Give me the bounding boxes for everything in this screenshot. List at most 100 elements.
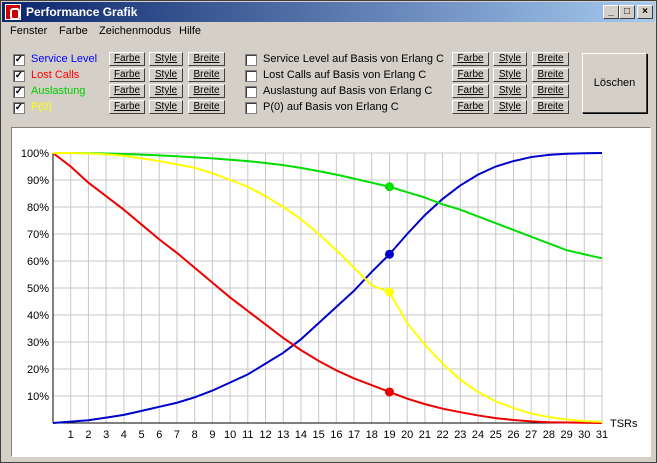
farbe-button-auslastung[interactable]: Farbe	[109, 84, 145, 98]
style-button-p0[interactable]: Style	[149, 100, 183, 114]
x-tick-label: 7	[174, 429, 180, 441]
farbe-button-erlang-service-level[interactable]: Farbe	[452, 52, 489, 66]
app-icon	[5, 4, 21, 20]
menu-fenster[interactable]: Fenster	[10, 25, 47, 37]
breite-button-erlang-auslastung[interactable]: Breite	[532, 84, 569, 98]
performance-chart: 10%20%30%40%50%60%70%80%90%100%1 2 3 4 5 6 7 8 9…	[21, 148, 638, 441]
x-tick-label: 27	[525, 429, 537, 441]
style-button-service-level[interactable]: Style	[149, 52, 183, 66]
x-tick-label: 17	[348, 429, 360, 441]
farbe-button-erlang-lost-calls[interactable]: Farbe	[452, 68, 489, 82]
menu-bar: Fenster Farbe Zeichenmodus Hilfe	[2, 23, 655, 41]
checkbox-erlang-lost-calls[interactable]	[245, 70, 257, 82]
minimize-button[interactable]: _	[603, 5, 619, 19]
series-line	[53, 152, 603, 423]
x-tick-label: 8	[192, 429, 198, 441]
app-window: Performance Grafik _ □ × Fenster Farbe Z…	[0, 0, 657, 463]
x-tick-label: 4	[121, 429, 127, 441]
checkbox-lost-calls[interactable]: ✓	[13, 70, 25, 82]
series-marker	[384, 249, 394, 259]
clear-button[interactable]: Löschen	[582, 53, 647, 113]
chart-panel: 10% 20% 30% 40% 50% 60% 70% 80% 90% 100% 1 2 3 4 5 6 7 8 9…	[11, 127, 651, 457]
label-service-level: Service Level	[31, 53, 98, 65]
x-tick-label: 6	[156, 429, 162, 441]
x-tick-label: 20	[401, 429, 413, 441]
label-erlang-service-level: Service Level auf Basis von Erlang C	[263, 53, 444, 65]
breite-button-service-level[interactable]: Breite	[188, 52, 225, 66]
checkbox-erlang-p0[interactable]	[245, 102, 257, 114]
label-erlang-lost-calls: Lost Calls auf Basis von Erlang C	[263, 69, 427, 81]
x-tick-label: 26	[507, 429, 519, 441]
style-button-erlang-p0[interactable]: Style	[493, 100, 527, 114]
x-tick-label: 2	[85, 429, 91, 441]
menu-farbe[interactable]: Farbe	[59, 25, 88, 37]
x-tick-label: 19	[383, 429, 395, 441]
x-tick-label: 24	[472, 429, 484, 441]
y-tick-label: 90%	[27, 175, 49, 187]
y-tick-label: 60%	[27, 256, 49, 268]
y-tick-label: 50%	[27, 283, 49, 295]
breite-button-erlang-service-level[interactable]: Breite	[532, 52, 569, 66]
x-tick-label: 12	[259, 429, 271, 441]
label-erlang-p0: P(0) auf Basis von Erlang C	[263, 101, 399, 113]
farbe-button-lost-calls[interactable]: Farbe	[109, 68, 145, 82]
breite-button-auslastung[interactable]: Breite	[188, 84, 225, 98]
menu-zeichenmodus[interactable]: Zeichenmodus	[99, 25, 171, 37]
x-tick-label: 31	[596, 429, 608, 441]
label-lost-calls: Lost Calls	[31, 69, 80, 81]
checkbox-service-level[interactable]: ✓	[13, 54, 25, 66]
label-erlang-auslastung: Auslastung auf Basis von Erlang C	[263, 85, 433, 97]
y-tick-label: 70%	[27, 229, 49, 241]
x-tick-label: 15	[313, 429, 325, 441]
window-title: Performance Grafik	[26, 5, 138, 19]
y-tick-label: 40%	[27, 310, 49, 322]
series-marker	[384, 287, 394, 297]
series-marker	[384, 387, 394, 397]
label-auslastung: Auslastung	[31, 85, 86, 97]
breite-button-erlang-lost-calls[interactable]: Breite	[532, 68, 569, 82]
style-button-auslastung[interactable]: Style	[149, 84, 183, 98]
x-axis-label: TSRs	[610, 418, 638, 430]
x-tick-label: 21	[419, 429, 431, 441]
x-tick-label: 29	[560, 429, 572, 441]
x-tick-label: 10	[224, 429, 236, 441]
x-tick-label: 23	[454, 429, 466, 441]
checkbox-erlang-service-level[interactable]	[245, 54, 257, 66]
style-button-erlang-auslastung[interactable]: Style	[493, 84, 527, 98]
y-tick-label: 80%	[27, 202, 49, 214]
maximize-button[interactable]: □	[619, 5, 635, 19]
label-p0: P(0)	[31, 101, 52, 113]
breite-button-lost-calls[interactable]: Breite	[188, 68, 225, 82]
style-button-erlang-lost-calls[interactable]: Style	[493, 68, 527, 82]
style-button-lost-calls[interactable]: Style	[149, 68, 183, 82]
breite-button-erlang-p0[interactable]: Breite	[532, 100, 569, 114]
x-tick-label: 13	[277, 429, 289, 441]
checkbox-erlang-auslastung[interactable]	[245, 86, 257, 98]
y-tick-label: 20%	[27, 364, 49, 376]
x-tick-label: 9	[209, 429, 215, 441]
x-tick-label: 30	[578, 429, 590, 441]
x-tick-label: 1	[68, 429, 74, 441]
y-tick-label: 30%	[27, 337, 49, 349]
x-tick-label: 28	[543, 429, 555, 441]
x-tick-label: 16	[330, 429, 342, 441]
series-marker	[384, 182, 394, 192]
farbe-button-erlang-auslastung[interactable]: Farbe	[452, 84, 489, 98]
title-bar[interactable]: Performance Grafik _ □ ×	[2, 2, 655, 22]
style-button-erlang-service-level[interactable]: Style	[493, 52, 527, 66]
x-tick-label: 3	[103, 429, 109, 441]
farbe-button-p0[interactable]: Farbe	[109, 100, 145, 114]
checkbox-auslastung[interactable]: ✓	[13, 86, 25, 98]
checkbox-p0[interactable]: ✓	[13, 102, 25, 114]
farbe-button-service-level[interactable]: Farbe	[109, 52, 145, 66]
x-tick-label: 14	[295, 429, 307, 441]
breite-button-p0[interactable]: Breite	[188, 100, 225, 114]
x-tick-label: 11	[242, 429, 253, 441]
x-tick-label: 5	[138, 429, 144, 441]
y-tick-label: 10%	[27, 391, 49, 403]
menu-hilfe[interactable]: Hilfe	[179, 25, 201, 37]
close-button[interactable]: ×	[637, 5, 653, 19]
farbe-button-erlang-p0[interactable]: Farbe	[452, 100, 489, 114]
y-tick-label: 100%	[21, 148, 49, 160]
x-tick-label: 18	[366, 429, 378, 441]
